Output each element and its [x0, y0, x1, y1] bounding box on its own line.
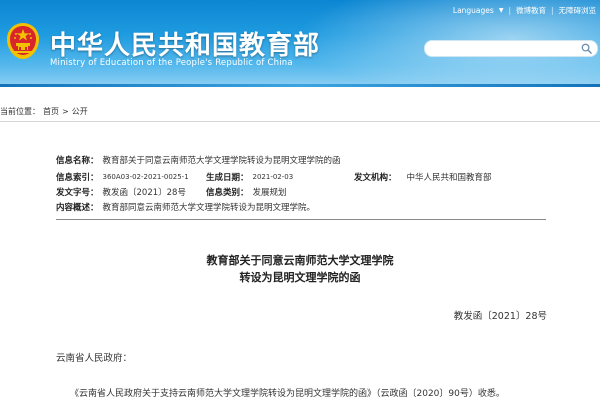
- document-paragraph: 《云南省人民政府关于支持云南师范大学文理学院转设为昆明文理学院的函》（云政函〔2…: [70, 389, 505, 399]
- meta-row-summary: 内容概述： 教育部同意云南师范大学文理学院转设为昆明文理学院。: [56, 200, 315, 213]
- meta-row-docno: 发文字号： 教发函〔2021〕28号: [56, 185, 186, 198]
- meta-divider: [56, 219, 546, 220]
- meta-row-category: 信息类别： 发展规划: [206, 185, 287, 198]
- link-separator: |: [550, 6, 554, 15]
- meta-row-name: 信息名称： 教育部关于同意云南师范大学文理学院转设为昆明文理学院的函: [56, 153, 341, 166]
- meta-value-date: 2021-02-03: [252, 172, 294, 181]
- languages-link[interactable]: Languages: [453, 6, 494, 15]
- breadcrumb-divider: [0, 121, 600, 122]
- document-addressee: 云南省人民政府：: [56, 353, 133, 364]
- search-input[interactable]: [431, 41, 571, 56]
- search-icon[interactable]: [581, 43, 592, 54]
- header-bottom-bar: [0, 84, 600, 87]
- chevron-down-icon[interactable]: ▼: [499, 7, 504, 14]
- meta-value-summary: 教育部同意云南师范大学文理学院转设为昆明文理学院。: [102, 202, 316, 213]
- document-number: 教发函〔2021〕28号: [453, 311, 547, 322]
- meta-label-name: 信息名称：: [56, 155, 99, 166]
- meta-value-name: 教育部关于同意云南师范大学文理学院转设为昆明文理学院的函: [102, 155, 341, 166]
- meta-row-issuer: 发文机构： 中华人民共和国教育部: [354, 170, 492, 183]
- meta-label-date: 生成日期：: [206, 172, 249, 183]
- meta-row-date: 生成日期： 2021-02-03: [206, 170, 293, 183]
- site-header: 中华人民共和国教育部 Ministry of Education of the …: [0, 0, 600, 87]
- meta-value-docno: 教发函〔2021〕28号: [102, 187, 186, 198]
- document-title-line-2: 转设为昆明文理学院的函: [239, 271, 361, 284]
- link-separator: |: [508, 6, 511, 15]
- meta-label-docno: 发文字号：: [56, 187, 99, 198]
- weibo-link[interactable]: 微博教育: [516, 5, 546, 16]
- site-subtitle: Ministry of Education of the People's Re…: [50, 58, 293, 68]
- meta-row-index: 信息索引： 360A03-02-2021-0025-1: [56, 170, 189, 183]
- meta-label-index: 信息索引：: [56, 172, 99, 183]
- meta-label-category: 信息类别：: [206, 187, 249, 198]
- site-title: 中华人民共和国教育部: [50, 31, 321, 61]
- top-links: Languages ▼ | 微博教育 | 无障碍浏览: [453, 5, 596, 16]
- breadcrumb: 当前位置： 首页 > 公开: [0, 104, 88, 118]
- breadcrumb-prefix: 当前位置：: [0, 106, 40, 116]
- document-title-line-1: 教育部关于同意云南师范大学文理学院: [206, 254, 394, 267]
- accessible-browse-link[interactable]: 无障碍浏览: [559, 5, 597, 16]
- breadcrumb-home-link[interactable]: 首页: [43, 106, 59, 117]
- breadcrumb-separator: >: [62, 106, 69, 116]
- meta-value-index: 360A03-02-2021-0025-1: [102, 172, 189, 181]
- meta-label-issuer: 发文机构：: [354, 172, 397, 183]
- search-box: [424, 40, 598, 57]
- meta-value-issuer: 中华人民共和国教育部: [406, 172, 492, 183]
- national-emblem-icon: [7, 23, 39, 59]
- breadcrumb-section-link[interactable]: 公开: [72, 106, 88, 117]
- meta-label-summary: 内容概述：: [56, 202, 99, 213]
- meta-value-category: 发展规划: [252, 187, 287, 198]
